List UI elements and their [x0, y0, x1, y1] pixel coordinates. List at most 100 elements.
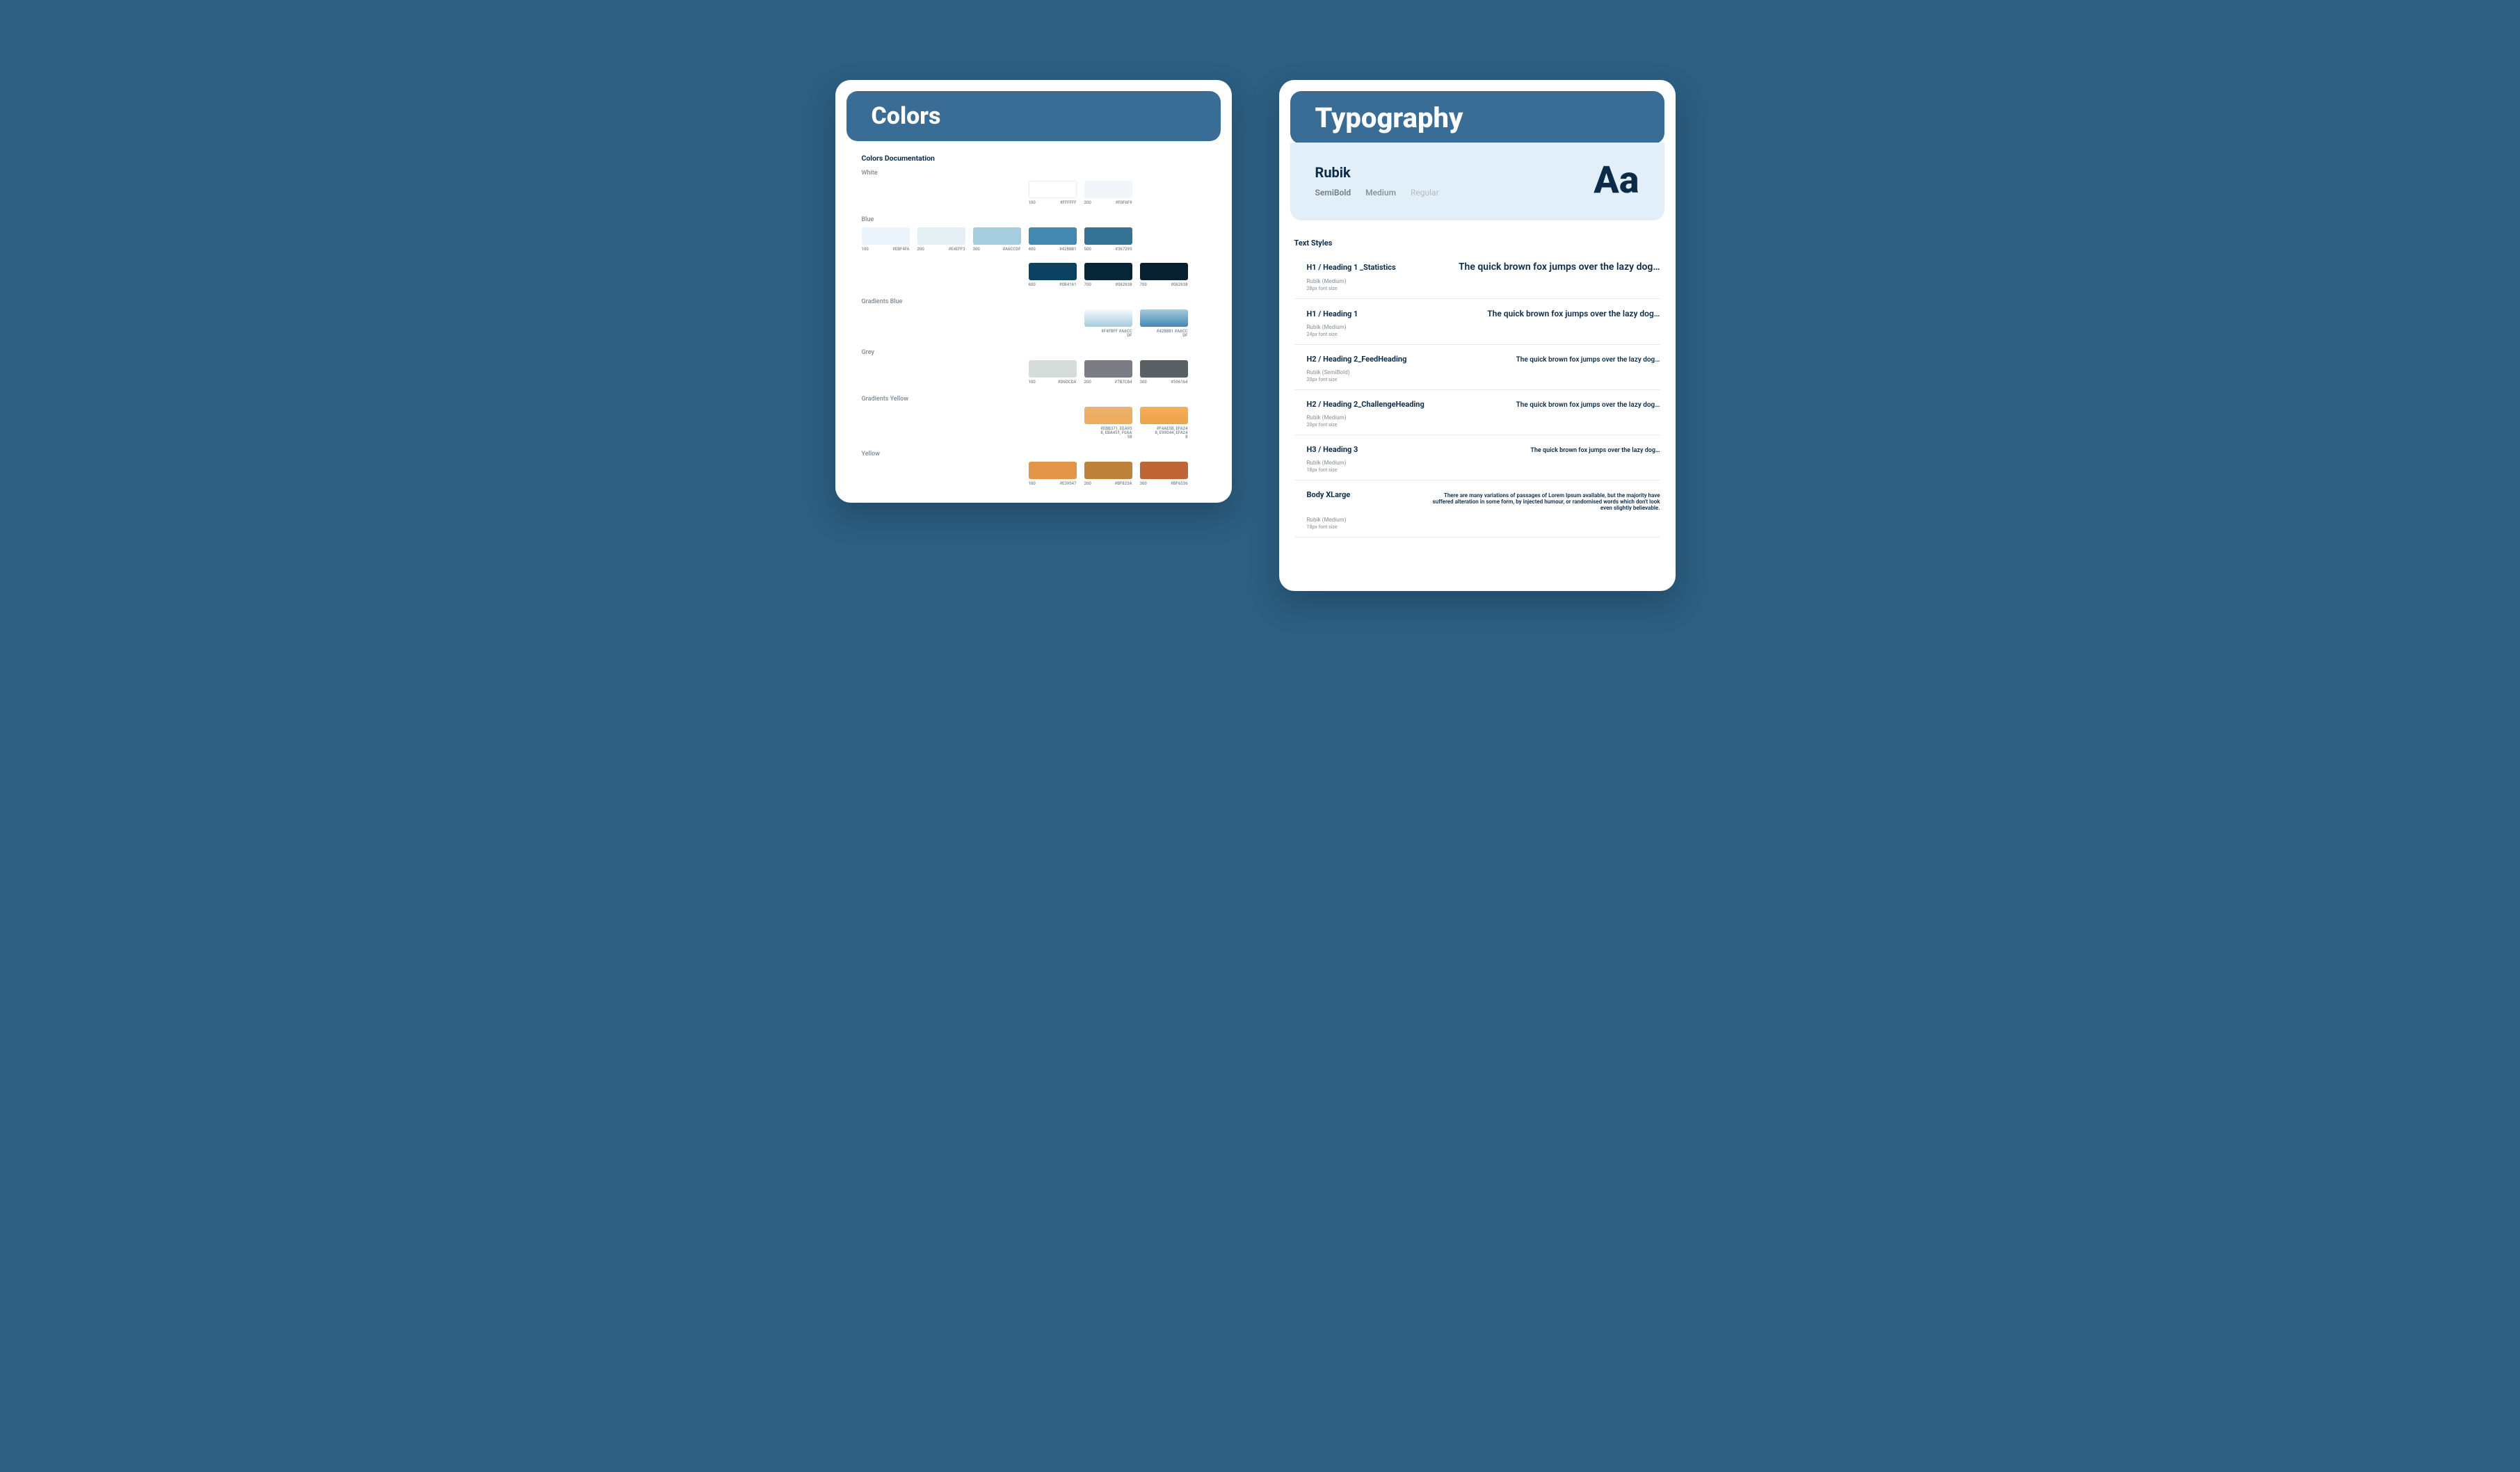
swatch-empty [862, 360, 910, 385]
swatch-hex: #BF6536 [1171, 482, 1187, 486]
swatch-level: 100 [1029, 380, 1036, 385]
swatch: 600#0B4161 [1029, 263, 1077, 287]
swatch-strip: 100#D6DCDA 200#7B7C84 300#596164 [862, 360, 1205, 385]
swatch: 200 #E4EFF3 [917, 227, 965, 252]
swatch-meta: 200#F0F6F9 [1084, 201, 1132, 205]
swatch-hex: #0B4161 [1059, 283, 1076, 287]
text-style-name: H1 / Heading 1 [1294, 309, 1358, 318]
swatch-hex: #E4EFF3 [949, 248, 965, 252]
swatch-meta: 600#0B4161 [1029, 283, 1077, 287]
swatch-empty [973, 309, 1021, 338]
text-styles: H1 / Heading 1 _StatisticsThe quick brow… [1290, 252, 1664, 537]
swatch: 200 #BF823A [1084, 462, 1132, 486]
text-style-head: H2 / Heading 2_ChallengeHeadingThe quick… [1294, 400, 1660, 409]
swatch-hex: #E39547 [1059, 482, 1076, 486]
text-style-head: H2 / Heading 2_FeedHeadingThe quick brow… [1294, 355, 1660, 364]
text-style-size: 20px font size [1294, 422, 1660, 428]
swatch-meta: 700 #062638 [1140, 283, 1188, 287]
colors-card: Colors Colors Documentation White100#FFF… [835, 80, 1232, 503]
color-chip [1140, 360, 1188, 378]
swatch-meta: #EBB371, EEA958, EBA451, F0AA58 [1084, 427, 1132, 439]
swatch-level: 200 [917, 248, 924, 252]
swatch-meta: 100#EBF4FA [862, 248, 910, 252]
text-style-head: Body XLargeThere are many variations of … [1294, 490, 1660, 511]
text-style-size: 28px font size [1294, 286, 1660, 291]
swatch-level: 100 [862, 248, 869, 252]
color-chip [1140, 309, 1188, 327]
swatch-hex: #4288B1 [1059, 248, 1076, 252]
color-row: Gradients Yellow #EBB371, EEA958, EBA451,… [862, 396, 1205, 439]
text-style-name: Body XLarge [1294, 490, 1351, 499]
text-style-size: 18px font size [1294, 467, 1660, 473]
swatch-meta: 300#BF6536 [1140, 482, 1188, 486]
colors-banner: Colors [846, 91, 1221, 141]
color-chip [917, 227, 965, 245]
color-row: Yellow100#E39547200#BF823A300#BF6536 [862, 451, 1205, 486]
swatch-level: 400 [1029, 248, 1036, 252]
color-row: Grey100#D6DCDA200#7B7C84300#596164 [862, 349, 1205, 385]
font-name: Rubik [1315, 164, 1452, 181]
swatch-meta: 200 #BF823A [1084, 482, 1132, 486]
color-rows: White100#FFFFFF200#F0F6F9Blue100#EBF4FA2… [846, 170, 1221, 486]
text-style-sample: The quick brown fox jumps over the lazy … [1516, 356, 1660, 364]
swatch-empty [862, 407, 910, 439]
swatch-hex: #062638 [1171, 283, 1187, 287]
swatch-hex: #596164 [1171, 380, 1187, 385]
color-chip [1029, 360, 1077, 378]
swatch-strip: 600#0B4161700#062638700#062638 [862, 263, 1205, 287]
swatch-hex: #FFFFFF [1060, 201, 1076, 205]
text-style-sample: The quick brown fox jumps over the lazy … [1487, 309, 1660, 318]
swatch-empty [862, 263, 910, 287]
swatch-hex: #BF823A [1115, 482, 1132, 486]
swatch-level: 500 [1084, 248, 1091, 252]
color-row-label: Gradients Yellow [862, 396, 1205, 403]
swatch: 300#BF6536 [1140, 462, 1188, 486]
swatch-meta: 400 #4288B1 [1029, 248, 1077, 252]
swatch-level: 300 [973, 248, 980, 252]
color-chip [1084, 309, 1132, 327]
swatch-meta: 300#596164 [1140, 380, 1188, 385]
swatch-empty [917, 360, 965, 385]
color-chip [973, 227, 1021, 245]
swatch-hex: #A6CCDF [1002, 248, 1020, 252]
swatch-meta: 200#7B7C84 [1084, 380, 1132, 385]
swatch-empty [917, 309, 965, 338]
text-style-row: H1 / Heading 1 The quick brown fox jumps … [1294, 299, 1660, 345]
swatch-strip: #F4FBFF #A6CCDF#4288B1 #A6CCDF [862, 309, 1205, 338]
text-style-name: H2 / Heading 2_ChallengeHeading [1294, 400, 1424, 409]
font-weights: SemiBold Medium Regular [1315, 188, 1452, 197]
color-row-label: Gradients Blue [862, 298, 1205, 305]
weight-medium: Medium [1365, 188, 1396, 197]
swatch: 700#062638 [1084, 263, 1132, 287]
swatch: 200#F0F6F9 [1084, 181, 1132, 205]
swatch: 100#E39547 [1029, 462, 1077, 486]
text-style-head: H1 / Heading 1 _StatisticsThe quick brow… [1294, 261, 1660, 273]
color-chip [862, 227, 910, 245]
swatch-level: 200 [1084, 201, 1091, 205]
swatch-level: 200 [1084, 482, 1091, 486]
text-style-font: Rubik (Medium) [1294, 324, 1660, 330]
swatch-empty [1029, 309, 1077, 338]
swatch: 400 #4288B1 [1029, 227, 1077, 252]
text-style-sample: The quick brown fox jumps over the lazy … [1530, 447, 1660, 454]
swatch: 100#D6DCDA [1029, 360, 1077, 385]
text-style-head: H1 / Heading 1 The quick brown fox jumps … [1294, 309, 1660, 318]
typography-banner: Typography [1290, 91, 1664, 144]
swatch-level: 700 [1084, 283, 1091, 287]
text-style-font: Rubik (Medium) [1294, 414, 1660, 421]
text-style-row: H2 / Heading 2_ChallengeHeadingThe quick… [1294, 390, 1660, 435]
color-row: Gradients Blue #F4FBFF #A6CCDF#4288B1 #A6… [862, 298, 1205, 338]
typography-banner-title: Typography [1315, 102, 1463, 134]
swatch-meta: 700#062638 [1084, 283, 1132, 287]
color-chip [1029, 181, 1077, 198]
swatch-hex: #F4AE5B, EFA248, E99D44, EFA248 [1155, 427, 1188, 439]
swatch: 300 #A6CCDF [973, 227, 1021, 252]
text-style-head: H3 / Heading 3The quick brown fox jumps … [1294, 445, 1660, 454]
swatch-level: 700 [1140, 283, 1147, 287]
color-chip [1140, 462, 1188, 479]
text-style-row: H1 / Heading 1 _StatisticsThe quick brow… [1294, 252, 1660, 299]
font-panel: Rubik SemiBold Medium Regular Aa [1290, 143, 1664, 220]
swatch-hex: #4288B1 #A6CCDF [1155, 330, 1188, 338]
swatch-meta: 100#FFFFFF [1029, 201, 1077, 205]
weight-semibold: SemiBold [1315, 188, 1351, 197]
